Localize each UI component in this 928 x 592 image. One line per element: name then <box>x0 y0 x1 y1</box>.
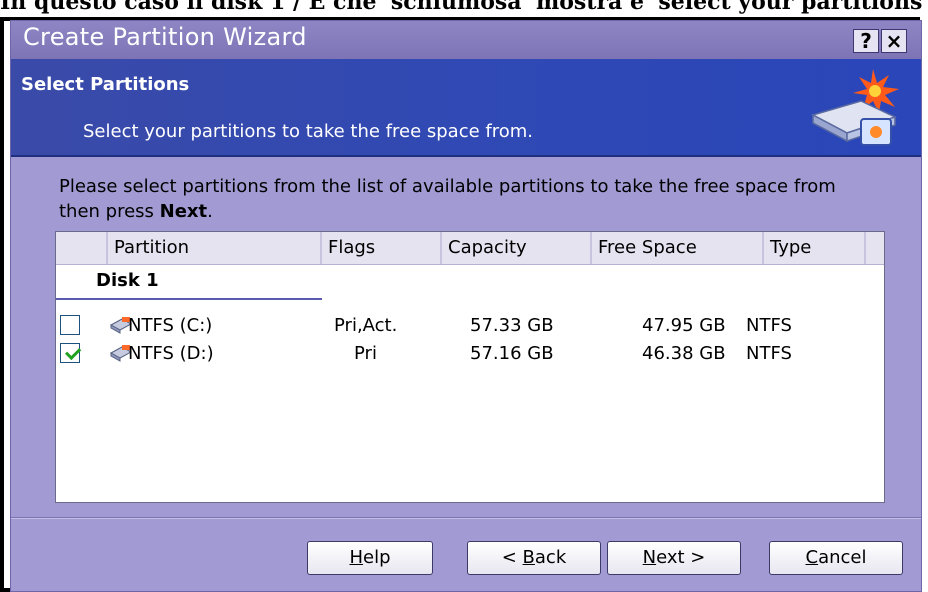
row-flags: Pri,Act. <box>334 315 398 336</box>
back-mnemonic: B <box>522 547 535 568</box>
col-free-space[interactable]: Free Space <box>590 232 762 264</box>
help-icon[interactable]: ? <box>853 29 879 53</box>
header-subtitle: Select your partitions to take the free … <box>83 121 534 142</box>
instructions-text: Please select partitions from the list o… <box>59 174 879 224</box>
next-label: ext > <box>656 547 706 568</box>
instructions-next-word: Next <box>159 201 208 222</box>
caption-text: In questo caso il disk 1 / E che 'schium… <box>0 0 928 15</box>
col-partition[interactable]: Partition <box>106 232 320 264</box>
help-label: elp <box>363 547 391 568</box>
row-flags: Pri <box>354 343 377 364</box>
partition-list[interactable]: Partition Flags Capacity Free Space Type… <box>55 231 885 503</box>
row-capacity: 57.33 GB <box>470 315 554 336</box>
back-label: ack <box>534 547 567 568</box>
close-icon[interactable]: × <box>881 29 907 53</box>
row-type: NTFS <box>746 315 792 336</box>
header-title: Select Partitions <box>21 74 190 95</box>
back-button[interactable]: < Back <box>467 541 601 575</box>
footer-divider <box>11 517 921 519</box>
row-partition: NTFS (D:) <box>128 343 214 364</box>
group-disk-1: Disk 1 <box>96 270 159 291</box>
row-partition: NTFS (C:) <box>128 315 213 336</box>
cancel-label: ancel <box>818 547 867 568</box>
col-type[interactable]: Type <box>762 232 866 264</box>
wizard-body: Please select partitions from the list o… <box>11 157 921 591</box>
table-row[interactable]: NTFS (D:) Pri 57.16 GB 46.38 GB NTFS <box>56 340 884 368</box>
window-title: Create Partition Wizard <box>23 23 307 51</box>
row-free-space: 46.38 GB <box>642 343 726 364</box>
back-prefix: < <box>501 547 523 568</box>
help-button[interactable]: Help <box>307 541 433 575</box>
row-capacity: 57.16 GB <box>470 343 554 364</box>
check-mark-icon <box>64 343 82 361</box>
group-divider <box>56 298 322 300</box>
row-checkbox[interactable] <box>60 343 82 363</box>
next-button[interactable]: Next > <box>607 541 741 575</box>
col-capacity[interactable]: Capacity <box>440 232 590 264</box>
cancel-mnemonic: C <box>805 547 819 568</box>
cancel-button[interactable]: Cancel <box>769 541 903 575</box>
instructions-end: . <box>207 201 213 222</box>
next-mnemonic: N <box>642 547 657 568</box>
table-row[interactable]: NTFS (C:) Pri,Act. 57.33 GB 47.95 GB NTF… <box>56 312 884 340</box>
row-checkbox[interactable] <box>60 315 80 335</box>
wizard-header: Select Partitions Select your partitions… <box>11 59 921 157</box>
help-mnemonic: H <box>349 547 364 568</box>
row-type: NTFS <box>746 343 792 364</box>
disk-starburst-icon <box>811 69 899 146</box>
col-flags[interactable]: Flags <box>320 232 440 264</box>
row-free-space: 47.95 GB <box>642 315 726 336</box>
list-header: Partition Flags Capacity Free Space Type <box>56 232 884 265</box>
wizard-window: Create Partition Wizard ? × Select Parti… <box>10 20 922 592</box>
title-bar[interactable]: Create Partition Wizard ? × <box>11 21 921 59</box>
